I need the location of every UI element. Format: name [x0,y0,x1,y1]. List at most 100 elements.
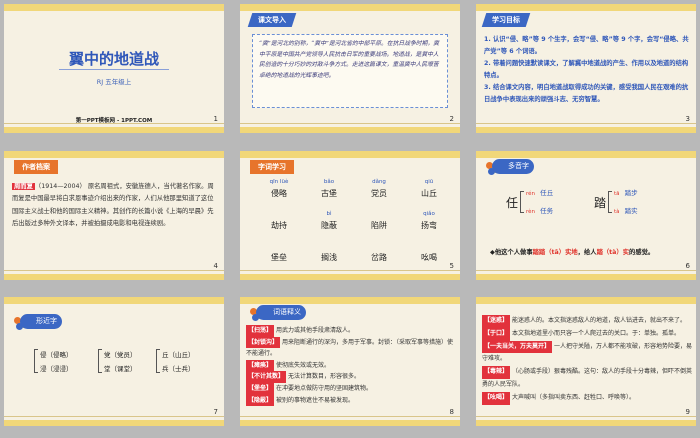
brace [156,349,160,373]
shape-word: 堂（课堂） [104,365,137,373]
poly-item: tà 踏实 [614,207,638,215]
slide-thumbnail-4[interactable]: 作者档案 周而复 （1914—2004） 原名周祖式，安徽旌德人，当代著名作家。周… [4,151,224,280]
slide-thumbnail-7[interactable]: 形近字 侵（侵略） 浸（浸浸） 党（党员） 堂（课堂） 丘（山丘） 兵（士兵） … [4,297,224,426]
goal-item: 1. 认识“侵、略”等 9 个生字，会写“侵、略”等 9 个字，会写“侵略、共产… [484,36,689,55]
slide-bottom-band [4,127,224,133]
slide-rule [476,416,696,417]
slide-rule [240,123,460,124]
slide-number: 7 [213,408,218,416]
vocab-cell: 劫持 [271,221,287,230]
section-tag: 字词学习 [250,160,294,174]
slide-rule [476,123,696,124]
section-tag: 课文导入 [247,13,297,27]
vocab-cell: qiǎo 扬弯 [421,211,437,230]
slide-top-band [476,151,696,158]
intro-text-box: “冀”是河北的别称，“冀中”是河北省的中部平原。在抗日战争时期，冀中平原是中国共… [252,34,448,108]
vocab-cell: bì 隐蔽 [321,211,337,230]
shape-word: 侵（侵略） [40,351,73,359]
vocab-cell: 陷阱 [371,221,387,230]
brace [34,349,38,373]
slide-number: 3 [685,115,690,123]
poly-item: rén 任丘 [526,189,554,197]
section-tag: 作者档案 [14,160,58,174]
slide-top-band [4,4,224,11]
slide-top-band [240,4,460,11]
shape-word: 党（党员） [104,351,137,359]
slide-bottom-band [240,127,460,133]
shape-word: 丘（山丘） [162,351,195,359]
slide-top-band [476,4,696,11]
slide-thumbnail-5[interactable]: 字词学习 qīn lüè 侵略 bǎo 古堡 dǎng 党员 qiū 山丘 劫持 bì 隐… [240,151,460,280]
slide-number: 6 [685,262,690,270]
slide-top-band [240,297,460,304]
poly-char: 踏 [594,196,607,210]
slide-rule [4,416,224,417]
slide-bottom-band [4,420,224,426]
slide-thumbnail-9[interactable]: 【迷惑】 能迷惑人的。本文指迷惑敌人的地道，敌人钻进去，就出不来了。 【于口】 … [476,297,696,426]
poly-char: 任 [506,196,519,210]
slide-bottom-band [476,274,696,280]
glossary-item: 【于口】 本文指地道里小而只容一个人爬过去的关口。于：单独。孤单。 [482,327,692,341]
slide-thumbnail-8[interactable]: 词语释义 【扫荡】 用武力或其他手段肃清敌人。 【封锁沟】 用来阻断通行的深沟，… [240,297,460,426]
glossary-item: 【扫荡】 用武力或其他手段肃清敌人。 [246,325,456,337]
slide-rule [476,270,696,271]
slide-thumbnail-6[interactable]: 多音字 任 rén 任丘 rèn 任务 踏 tā 踏步 tà 踏实 ◆他这个人做… [476,151,696,280]
glossary-item: 【瘫痪】 使彻底失效或无效。 [246,359,456,372]
glossary-item: 【封锁沟】 用来阻断通行的深沟，多用于军事。封锁：（采取军事等措施）使不能通行。 [246,336,453,358]
slide-thumbnail-3[interactable]: 学习目标 1. 认识“侵、略”等 9 个生字，会写“侵、略”等 9 个字，会写“… [476,4,696,133]
slide-number: 2 [449,115,454,123]
shape-word: 浸（浸浸） [40,365,73,373]
vocab-cell: dǎng 党员 [371,179,387,198]
brace [98,349,102,373]
glossary-item: 【不计其数】 无法计算数目，形容很多。 [246,371,456,383]
slide-top-band [4,151,224,158]
slide-bottom-band [240,274,460,280]
author-bio: 周而复 （1914—2004） 原名周祖式，安徽旌德人，当代著名作家。周而复是中国… [12,181,218,231]
poly-item: tā 踏步 [614,189,638,197]
glossary-item: 【吆喝】 大声喊叫（多指叫卖东西、赶牲口、呼唤等）。 [482,391,692,405]
slide-number: 8 [449,408,454,416]
vocab-cell: qiū 山丘 [421,179,437,198]
author-bio-text: （1914—2004） 原名周祖式，安徽旌德人，当代著名作家。周而复是中国最早将… [12,183,214,228]
slide-bottom-band [476,420,696,426]
slide-rule [240,416,460,417]
glossary-list: 【迷惑】 能迷惑人的。本文指迷惑敌人的地道，敌人钻进去，就出不来了。 【于口】 … [482,315,692,405]
slide-number: 5 [449,262,454,270]
slide-top-band [4,297,224,304]
slide-number: 9 [685,408,690,416]
slide-bottom-band [240,420,460,426]
section-tag: 形近字 [20,314,62,329]
slide-thumbnail-2[interactable]: 课文导入 “冀”是河北的别称，“冀中”是河北省的中部平原。在抗日战争时期，冀中平… [240,4,460,133]
slide-rule [240,270,460,271]
shape-word: 兵（士兵） [162,365,195,373]
section-tag: 多音字 [492,159,534,174]
slide-rule [4,270,224,271]
goal-item: 2. 带着问题快速默读课文，了解冀中地道战的产生、作用以及地道的结构特点。 [484,60,689,79]
vocab-row: qīn lüè 侵略 bǎo 古堡 dǎng 党员 qiū 山丘 [254,179,454,211]
vocab-row: 劫持 bì 隐蔽 陷阱 qiǎo 扬弯 [254,211,454,243]
author-name: 周而复 [12,183,35,190]
vocab-grid: qīn lüè 侵略 bǎo 古堡 dǎng 党员 qiū 山丘 劫持 bì 隐蔽 陷阱 … [254,179,454,275]
glossary-item: 【迷惑】 能迷惑人的。本文指迷惑敌人的地道，敌人钻进去，就出不来了。 [482,315,692,328]
section-tag: 词语释义 [256,305,306,320]
goal-item: 3. 结合课文内容，明白地道战取得成功的关键，感受我国人民在艰难的抗日战争中表现… [484,84,689,103]
vocab-cell: qīn lüè 侵略 [269,179,289,198]
brace [520,191,524,213]
glossary-item: 【一夫当关，万夫莫开】 一人把守关隘，万人都不能攻破，形容地势险要，易守难攻。 [482,340,692,363]
slide-title: 翼中的地道战 [68,50,159,68]
slide-subtitle: RJ 五年级上 [96,78,132,86]
slide-bottom-band [476,127,696,133]
glossary-item: 【毒辣】 （心肠或手段）狠毒残酷。这句：敌人的手段十分毒辣，但吓不倒英勇的人民军… [482,366,692,388]
slide-rule [4,123,224,124]
glossary-item: 【隐蔽】 被别的事物遮住不易被发现。 [246,394,456,407]
slide-top-band [240,151,460,158]
glossary-item: 【堡垒】 在冲要地点做防守用的坚固建筑物。 [246,382,456,395]
section-tag: 学习目标 [481,13,531,27]
title-underline [59,69,169,70]
vocab-cell: bǎo 古堡 [321,179,337,198]
glossary-list: 【扫荡】 用武力或其他手段肃清敌人。 【封锁沟】 用来阻断通行的深沟，多用于军事… [246,325,456,407]
slide-thumbnail-1[interactable]: 翼中的地道战 RJ 五年级上 第一PPT模板网 - 1PPT.COM 1 [4,4,224,133]
poly-item: rèn 任务 [526,207,554,215]
slide-number: 1 [213,115,218,123]
brace [608,191,612,213]
